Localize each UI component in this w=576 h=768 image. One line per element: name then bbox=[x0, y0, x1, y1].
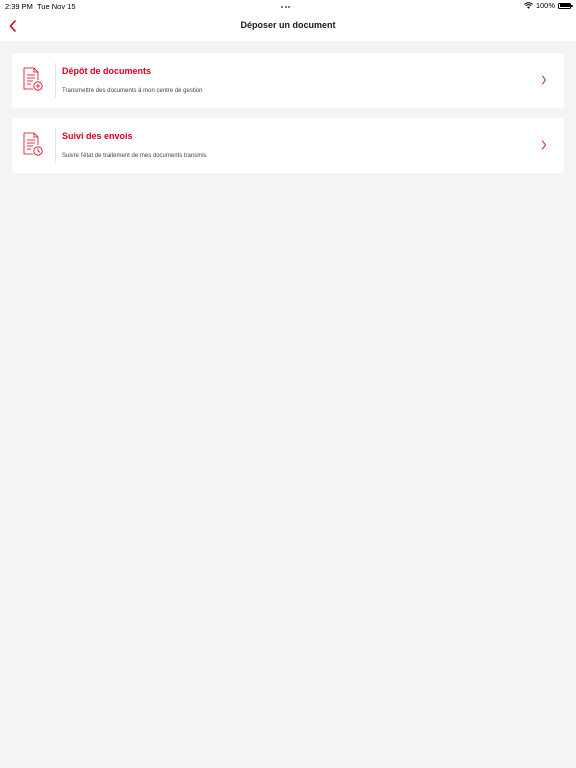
page-title: Déposer un document bbox=[240, 20, 336, 30]
status-time: 2:39 PM bbox=[5, 2, 33, 11]
navigation-bar: Déposer un document bbox=[0, 13, 576, 41]
card-subtitle: Suivre l'état de traitement de mes docum… bbox=[62, 153, 207, 159]
status-indicators: 100% bbox=[523, 1, 573, 10]
document-history-icon bbox=[23, 132, 43, 156]
card-divider bbox=[55, 63, 56, 98]
card-subtitle: Transmettre des documents à mon centre d… bbox=[62, 88, 203, 94]
card-divider bbox=[55, 128, 56, 163]
card-title: Dépôt de documents bbox=[62, 66, 152, 76]
multitasking-dots-icon[interactable] bbox=[281, 6, 290, 8]
chevron-right-icon bbox=[542, 75, 547, 85]
document-add-icon bbox=[23, 67, 43, 91]
card-title: Suivi des envois bbox=[62, 131, 133, 141]
battery-icon bbox=[558, 2, 573, 9]
chevron-right-icon bbox=[542, 140, 547, 150]
battery-percentage: 100% bbox=[535, 1, 555, 10]
menu-item-suivi-envois[interactable]: Suivi des envois Suivre l'état de traite… bbox=[12, 118, 564, 173]
wifi-icon bbox=[523, 2, 533, 9]
status-date: Tue Nov 15 bbox=[37, 2, 76, 11]
status-bar: 2:39 PM Tue Nov 15 100% bbox=[0, 0, 576, 13]
menu-item-depot-documents[interactable]: Dépôt de documents Transmettre des docum… bbox=[12, 53, 564, 108]
